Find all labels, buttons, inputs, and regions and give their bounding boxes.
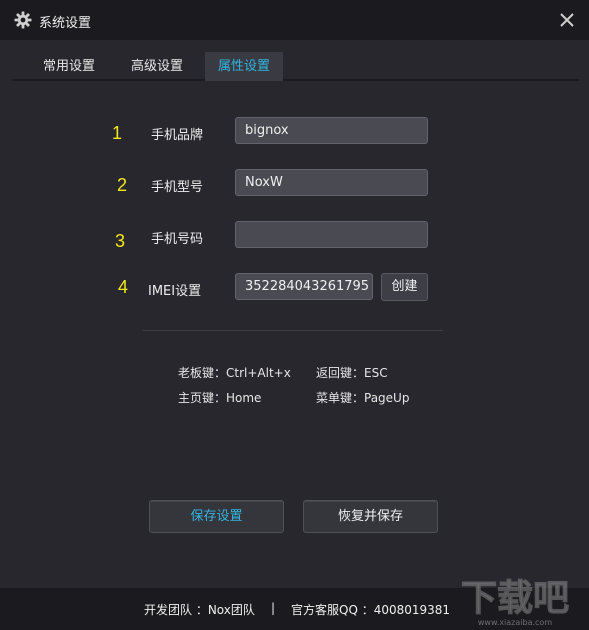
phone-brand-label: 手机品牌 xyxy=(151,128,204,143)
create-imei-button[interactable]: 创建 xyxy=(381,273,428,301)
boss-key-text: 老板键：Ctrl+Alt+x xyxy=(178,366,291,380)
back-key-text: 返回键：ESC xyxy=(316,366,388,380)
close-button[interactable] xyxy=(557,10,577,30)
footer-separator: | xyxy=(271,601,276,615)
tab-general-settings[interactable]: 常用设置 xyxy=(30,52,108,81)
tab-advanced-settings[interactable]: 高级设置 xyxy=(118,52,196,81)
phone-brand-input[interactable]: bignox xyxy=(235,117,428,144)
tab-bar: 常用设置 高级设置 属性设置 xyxy=(12,52,579,81)
title-bar: 系统设置 xyxy=(0,0,589,40)
phone-model-label: 手机型号 xyxy=(151,180,204,195)
field-number-2: 2 xyxy=(116,175,127,195)
restore-and-save-button[interactable]: 恢复并保存 xyxy=(303,500,438,533)
phone-number-input[interactable] xyxy=(235,221,428,248)
window-title: 系统设置 xyxy=(39,16,92,31)
gear-icon xyxy=(14,11,32,29)
watermark-logo: 下载吧 www.xiazaiba.com xyxy=(460,578,569,628)
field-number-4: 4 xyxy=(117,277,128,297)
save-settings-button[interactable]: 保存设置 xyxy=(149,500,284,533)
field-number-1: 1 xyxy=(111,123,122,143)
phone-number-label: 手机号码 xyxy=(151,232,204,247)
field-number-3: 3 xyxy=(114,231,125,251)
dev-team-text: 开发团队 ：Nox团队 xyxy=(144,603,255,617)
imei-label: IMEI设置 xyxy=(148,284,202,299)
support-qq-text: 官方客服QQ ：4008019381 xyxy=(291,603,451,617)
phone-model-input[interactable]: NoxW xyxy=(235,169,428,196)
menu-key-text: 菜单键：PageUp xyxy=(316,391,410,405)
divider xyxy=(143,330,443,331)
home-key-text: 主页键：Home xyxy=(178,391,262,405)
svg-text:下载吧: 下载吧 xyxy=(461,578,569,619)
svg-text:www.xiazaiba.com: www.xiazaiba.com xyxy=(478,618,552,627)
imei-input[interactable]: 352284043261795 xyxy=(235,273,373,300)
tab-property-settings[interactable]: 属性设置 xyxy=(205,52,283,81)
close-icon xyxy=(560,13,574,27)
